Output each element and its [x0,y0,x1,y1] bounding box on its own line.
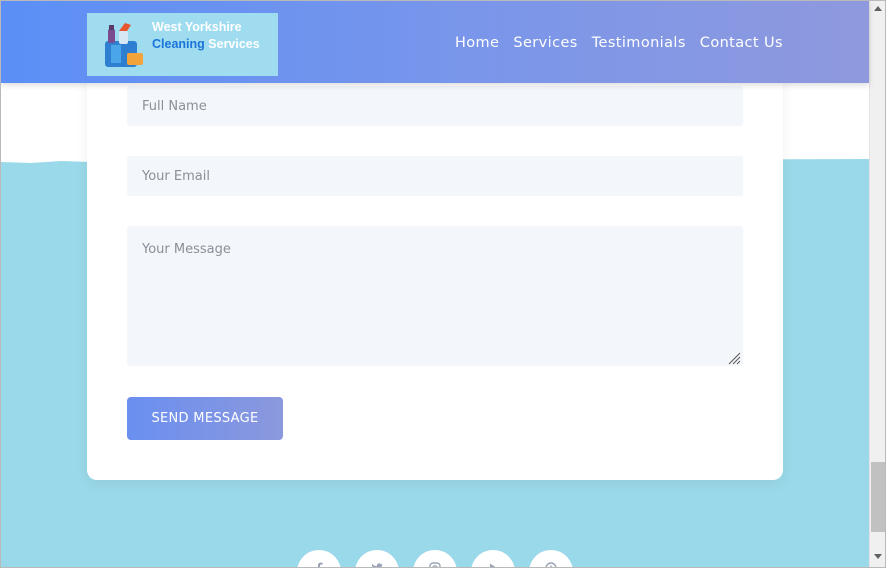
logo-line-2b: Services [208,37,260,51]
main-navigation: Home Services Testimonials Contact Us [455,35,783,51]
logo-line-1: West Yorkshire [152,20,242,34]
top-navbar: West Yorkshire Cleaning Services Home Se… [1,1,869,83]
nav-link-services[interactable]: Services [513,35,577,51]
message-textarea[interactable] [127,226,743,366]
facebook-icon[interactable] [297,550,341,567]
site-logo[interactable]: West Yorkshire Cleaning Services [87,13,278,76]
social-links [297,550,573,567]
twitter-icon[interactable] [355,550,399,567]
nav-link-home[interactable]: Home [455,35,499,51]
instagram-icon[interactable] [413,550,457,567]
resize-grip-icon[interactable] [727,351,741,365]
send-message-button[interactable]: SEND MESSAGE [127,397,283,440]
cleaning-supplies-icon [105,23,143,67]
full-name-input[interactable] [127,86,743,126]
browser-viewport: West Yorkshire Cleaning Services Home Se… [0,0,886,568]
scrollbar-thumb[interactable] [871,462,885,532]
logo-line-2a: Cleaning [152,37,205,51]
scroll-down-arrow-icon[interactable] [874,554,882,560]
logo-text: West Yorkshire Cleaning Services [152,19,260,53]
scroll-up-arrow-icon[interactable] [874,5,882,11]
nav-link-contact-us[interactable]: Contact Us [700,35,783,51]
youtube-icon[interactable] [471,550,515,567]
pinterest-icon[interactable] [529,550,573,567]
nav-link-testimonials[interactable]: Testimonials [592,35,686,51]
vertical-scrollbar[interactable] [869,1,885,567]
contact-form-card: SEND MESSAGE [87,41,783,480]
email-input[interactable] [127,156,743,196]
